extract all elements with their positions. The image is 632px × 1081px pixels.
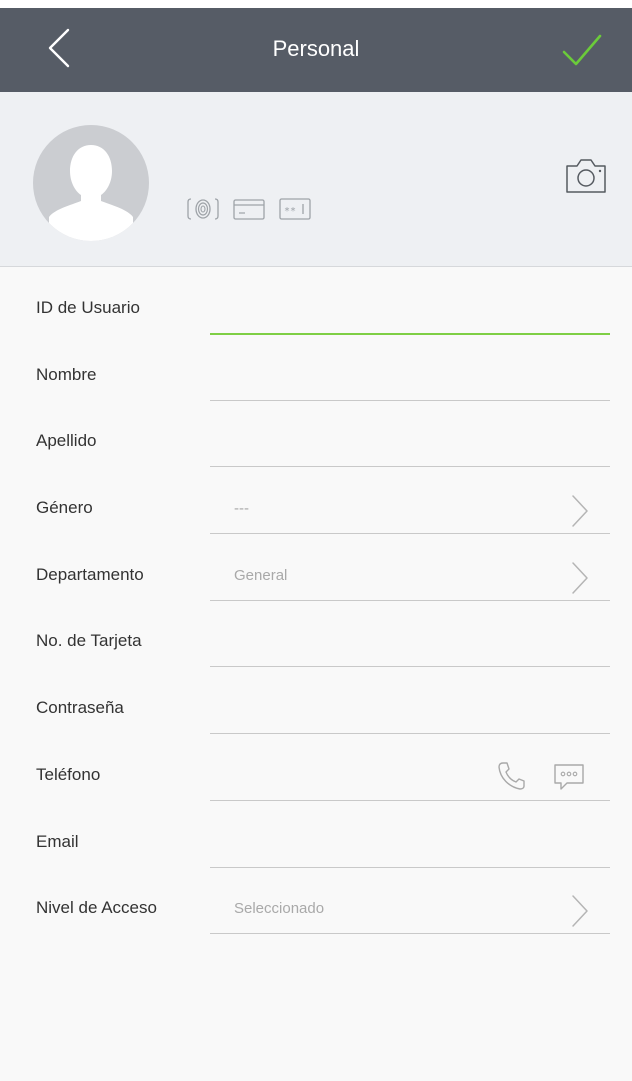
form-row-first-name: Nombre: [0, 334, 632, 401]
form-row-last-name: Apellido: [0, 400, 632, 468]
page-title: Personal: [272, 36, 360, 61]
phone-input[interactable]: [210, 748, 610, 801]
department-value: General: [234, 566, 288, 584]
camera-icon: [566, 159, 606, 193]
user-id-label: ID de Usuario: [36, 298, 140, 317]
access-level-select[interactable]: Seleccionado: [210, 881, 610, 935]
card-no-input[interactable]: [210, 614, 610, 668]
access-level-value: Seleccionado: [234, 900, 325, 918]
form-row-phone: Teléfono: [0, 734, 632, 801]
card-no-label: No. de Tarjeta: [36, 631, 142, 651]
avatar[interactable]: [33, 125, 149, 241]
last-name-label: Apellido: [36, 431, 97, 451]
password-icon: **: [278, 196, 312, 227]
chevron-right-icon: [572, 562, 588, 594]
chevron-right-icon: [572, 495, 588, 527]
department-label: Departamento: [36, 564, 144, 584]
email-label: Email: [36, 831, 79, 851]
form-row-password: Contraseña: [0, 667, 632, 735]
sms-icon[interactable]: [552, 762, 586, 792]
profile-section: **: [0, 92, 632, 267]
credential-icons: **: [186, 196, 312, 227]
form-row-department: Departamento General: [0, 534, 632, 601]
svg-text:**: **: [284, 206, 296, 217]
department-select[interactable]: General: [210, 548, 610, 601]
personal-screen: Personal ** ID de Usuario Nombre Apellid…: [0, 0, 632, 1081]
user-id-input[interactable]: [210, 281, 610, 335]
chevron-right-icon: [572, 895, 588, 927]
confirm-button[interactable]: [558, 26, 606, 74]
camera-button[interactable]: [564, 156, 608, 196]
first-name-input[interactable]: [210, 348, 610, 401]
form-row-email: Email: [0, 801, 632, 868]
checkmark-icon: [562, 34, 602, 66]
phone-label: Teléfono: [36, 764, 101, 784]
form-row-user-id: ID de Usuario: [0, 267, 632, 335]
access-level-label: Nivel de Acceso: [36, 898, 157, 918]
password-label: Contraseña: [36, 698, 124, 718]
gender-select[interactable]: ---: [210, 481, 610, 535]
card-icon: [232, 196, 266, 227]
form-row-card-no: No. de Tarjeta: [0, 600, 632, 668]
form-row-gender: Género ---: [0, 467, 632, 535]
last-name-input[interactable]: [210, 414, 610, 468]
fingerprint-icon: [186, 196, 220, 227]
gender-value: ---: [234, 500, 249, 518]
phone-icon[interactable]: [496, 760, 526, 792]
user-silhouette-icon: [49, 145, 133, 241]
password-input[interactable]: [210, 681, 610, 735]
user-form: ID de Usuario Nombre Apellido Género ---: [0, 267, 632, 935]
status-bar: [0, 0, 632, 8]
gender-label: Género: [36, 498, 93, 518]
email-input[interactable]: [210, 815, 610, 868]
first-name-label: Nombre: [36, 364, 97, 384]
form-row-access-level: Nivel de Acceso Seleccionado: [0, 867, 632, 935]
header-bar: Personal: [0, 8, 632, 92]
